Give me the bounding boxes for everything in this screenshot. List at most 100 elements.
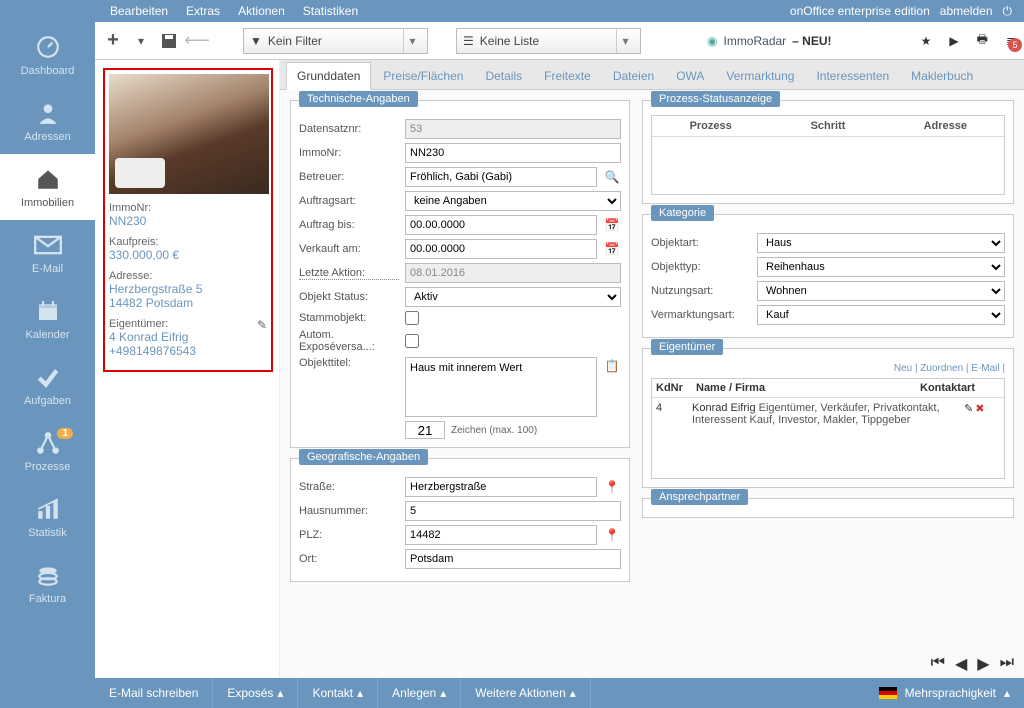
objektart-select[interactable]: Haus <box>757 233 1005 253</box>
menu-bearbeiten[interactable]: Bearbeiten <box>110 4 168 18</box>
tab-freitexte[interactable]: Freitexte <box>534 63 601 89</box>
auftragsart-select[interactable]: keine Angaben <box>405 191 621 211</box>
logout-link[interactable]: abmelden <box>940 4 993 18</box>
stammobjekt-checkbox[interactable] <box>405 311 419 325</box>
datensatz-field: 53 <box>405 119 621 139</box>
edit-icon[interactable]: ✎ <box>257 318 267 332</box>
col-prozess: Prozess <box>652 116 769 136</box>
prev-icon[interactable]: ◀ <box>955 654 967 674</box>
sidebar-item-kalender[interactable]: Kalender <box>0 286 95 352</box>
strasse-input[interactable] <box>405 477 597 497</box>
power-icon[interactable]: ⏻ <box>1003 4 1013 19</box>
unlink-icon[interactable]: ✖ <box>975 402 984 474</box>
tab-preise[interactable]: Preise/Flächen <box>373 63 473 89</box>
search-icon[interactable]: 🔍 <box>603 168 621 186</box>
property-thumbnail[interactable] <box>109 74 269 194</box>
main: + ▾ ⟵ ▼ Kein Filter ▾ ☰ Keine Liste ▾ ◉ … <box>95 22 1024 678</box>
plz-input[interactable] <box>405 525 597 545</box>
fieldset-title: Technische-Angaben <box>299 91 418 107</box>
nutzungsart-select[interactable]: Wohnen <box>757 281 1005 301</box>
footer-exposes[interactable]: Exposés ▴ <box>213 678 298 708</box>
fieldset-title: Geografische-Angaben <box>299 449 428 465</box>
sidebar-item-statistik[interactable]: Statistik <box>0 484 95 550</box>
last-icon[interactable]: ⏭ <box>1000 654 1014 674</box>
tab-maklerbuch[interactable]: Maklerbuch <box>901 63 983 89</box>
edition-label: onOffice enterprise edition <box>790 4 930 18</box>
filter-select[interactable]: ▼ Kein Filter ▾ <box>243 28 428 54</box>
address-line2: 14482 Potsdam <box>109 296 267 310</box>
label: PLZ: <box>299 529 399 541</box>
betreuer-input[interactable] <box>405 167 597 187</box>
tab-dateien[interactable]: Dateien <box>603 63 664 89</box>
ort-input[interactable] <box>405 549 621 569</box>
process-table[interactable]: Prozess Schritt Adresse <box>651 115 1005 195</box>
summary-card: ImmoNr: NN230 Kaufpreis: 330.000,00 € Ad… <box>95 60 280 678</box>
footer-kontakt[interactable]: Kontakt ▴ <box>298 678 378 708</box>
objekttyp-select[interactable]: Reihenhaus <box>757 257 1005 277</box>
sidebar-item-aufgaben[interactable]: Aufgaben <box>0 352 95 418</box>
add-icon[interactable]: + <box>103 31 123 51</box>
objekttitel-textarea[interactable]: Haus mit innerem Wert <box>405 357 597 417</box>
pin-icon[interactable]: 📍 <box>603 478 621 496</box>
sidebar-item-adressen[interactable]: Adressen <box>0 88 95 154</box>
tab-interessenten[interactable]: Interessenten <box>806 63 899 89</box>
label: Autom. Exposéversa...: <box>299 329 399 353</box>
pin-remove-icon[interactable]: 📍 <box>603 526 621 544</box>
list-select[interactable]: ☰ Keine Liste ▾ <box>456 28 641 54</box>
label: Auftragsart: <box>299 195 399 207</box>
edit-icon[interactable]: ✎ <box>964 402 973 474</box>
owner-row[interactable]: 4 Konrad Eifrig Eigentümer, Verkäufer, P… <box>652 398 1004 478</box>
tab-owa[interactable]: OWA <box>666 63 714 89</box>
tab-details[interactable]: Details <box>475 63 532 89</box>
sidebar-item-immobilien[interactable]: Immobilien <box>0 154 95 220</box>
back-icon[interactable]: ⟵ <box>187 31 207 51</box>
label: Objektart: <box>651 237 751 249</box>
save-icon[interactable] <box>159 31 179 51</box>
first-icon[interactable]: ⏮ <box>931 654 945 674</box>
flag-de-icon <box>879 687 897 699</box>
owner-actions[interactable]: Neu | Zuordnen | E-Mail | <box>651 363 1005 374</box>
clipboard-icon[interactable]: 📋 <box>603 357 621 375</box>
expose-checkbox[interactable] <box>405 334 419 348</box>
menu-aktionen[interactable]: Aktionen <box>238 4 285 18</box>
tab-grunddaten[interactable]: Grunddaten <box>286 62 371 90</box>
menu-extras[interactable]: Extras <box>186 4 220 18</box>
footer-anlegen[interactable]: Anlegen ▴ <box>378 678 461 708</box>
stack-icon[interactable]: ≣5 <box>1006 34 1016 48</box>
prozess-statusanzeige: Prozess-Statusanzeige Prozess Schritt Ad… <box>642 100 1014 204</box>
col-adresse: Adresse <box>887 116 1004 136</box>
language-menu[interactable]: Mehrsprachigkeit ▴ <box>865 686 1024 700</box>
label: ImmoNr: <box>299 147 399 159</box>
sidebar-item-prozesse[interactable]: 1 Prozesse <box>0 418 95 484</box>
tab-vermarktung[interactable]: Vermarktung <box>716 63 804 89</box>
label: Betreuer: <box>299 171 399 183</box>
sidebar-label: Faktura <box>29 593 66 605</box>
vermarktungsart-select[interactable]: Kauf <box>757 305 1005 325</box>
menu-statistiken[interactable]: Statistiken <box>303 4 358 18</box>
play-icon[interactable]: ▶ <box>949 34 958 48</box>
print-icon[interactable]: 🖶 <box>977 30 988 51</box>
sidebar-item-dashboard[interactable]: Dashboard <box>0 22 95 88</box>
calendar-icon[interactable]: 📅 <box>603 240 621 258</box>
charcount-field <box>405 421 445 439</box>
immonr-input[interactable] <box>405 143 621 163</box>
verkauftam-input[interactable] <box>405 239 597 259</box>
hausnr-input[interactable] <box>405 501 621 521</box>
next-icon[interactable]: ▶ <box>977 654 989 674</box>
star-icon[interactable]: ★ <box>921 34 932 48</box>
footer-weitere[interactable]: Weitere Aktionen ▴ <box>461 678 591 708</box>
calendar-icon[interactable]: 📅 <box>603 216 621 234</box>
owner-kdnr: 4 <box>656 402 692 474</box>
sidebar-item-email[interactable]: E-Mail <box>0 220 95 286</box>
status-select[interactable]: Aktiv <box>405 287 621 307</box>
fieldset-title: Prozess-Statusanzeige <box>651 91 780 107</box>
footer-email[interactable]: E-Mail schreiben <box>95 678 213 708</box>
sidebar-item-faktura[interactable]: Faktura <box>0 550 95 616</box>
immoradar-link[interactable]: ◉ ImmoRadar – NEU! <box>707 34 832 48</box>
auftragbis-input[interactable] <box>405 215 597 235</box>
language-label: Mehrsprachigkeit <box>905 686 996 700</box>
ansprechpartner: Ansprechpartner <box>642 498 1014 518</box>
owner-name: 4 Konrad Eifrig <box>109 330 267 344</box>
label: Objekt Status: <box>299 291 399 303</box>
chevron-down-icon[interactable]: ▾ <box>131 31 151 51</box>
